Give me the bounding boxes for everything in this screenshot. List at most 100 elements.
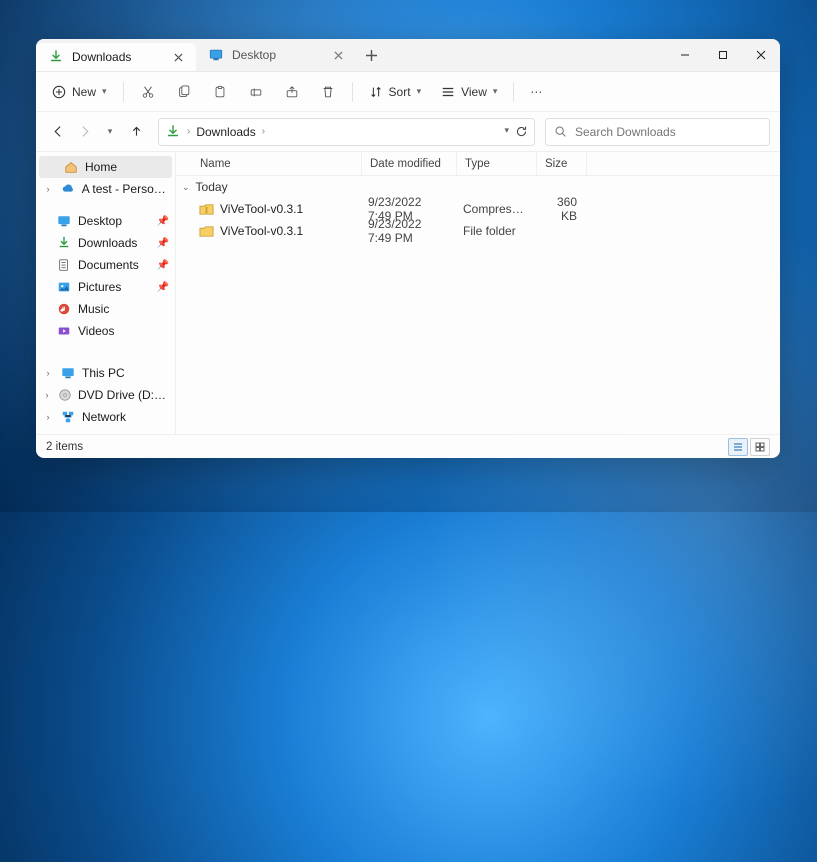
sidebar-item-documents[interactable]: Documents 📌 — [36, 254, 175, 276]
folder-icon — [198, 223, 214, 239]
address-bar[interactable]: › Downloads › ▾ — [158, 118, 535, 146]
file-name: ViVeTool-v0.3.1 — [220, 224, 303, 238]
back-button[interactable] — [46, 120, 70, 144]
download-icon — [165, 124, 181, 140]
minimize-button[interactable] — [666, 39, 704, 71]
breadcrumb-sep: › — [262, 126, 265, 137]
sidebar-item-pictures[interactable]: Pictures 📌 — [36, 276, 175, 298]
desktop-icon — [56, 213, 72, 229]
more-button[interactable]: ⋯ — [522, 78, 550, 106]
col-date[interactable]: Date modified — [362, 152, 457, 175]
chevron-right-icon[interactable]: › — [42, 184, 54, 194]
chevron-right-icon[interactable]: › — [42, 412, 54, 422]
thumbnails-view-button[interactable] — [750, 438, 770, 456]
pin-icon[interactable]: 📌 — [157, 260, 169, 271]
new-tab-button[interactable] — [356, 39, 386, 71]
tab-downloads[interactable]: Downloads — [36, 43, 196, 71]
sidebar-item-downloads[interactable]: Downloads 📌 — [36, 232, 175, 254]
nav-buttons: ▾ — [46, 120, 148, 144]
list-item[interactable]: ViVeTool-v0.3.1 9/23/2022 7:49 PM File f… — [176, 220, 780, 242]
pin-icon[interactable]: 📌 — [157, 238, 169, 249]
sidebar: Home › A test - Personal Desktop 📌 Downl… — [36, 152, 176, 434]
recent-button[interactable]: ▾ — [98, 120, 122, 144]
sort-button[interactable]: Sort ▾ — [361, 78, 430, 106]
rename-button[interactable] — [240, 78, 272, 106]
search-box[interactable] — [545, 118, 770, 146]
close-window-button[interactable] — [742, 39, 780, 71]
col-type[interactable]: Type — [457, 152, 537, 175]
pc-icon — [60, 365, 76, 381]
chevron-down-icon[interactable]: ⌄ — [182, 182, 190, 193]
chevron-down-icon: ▾ — [493, 86, 498, 97]
tab-label: Downloads — [72, 50, 162, 64]
search-input[interactable] — [575, 125, 761, 139]
pin-icon[interactable]: 📌 — [157, 282, 169, 293]
close-tab-button[interactable] — [170, 49, 186, 65]
download-icon — [56, 235, 72, 251]
music-icon — [56, 301, 72, 317]
copy-button[interactable] — [168, 78, 200, 106]
new-label: New — [72, 85, 96, 99]
window-controls — [666, 39, 780, 71]
chevron-down-icon: ▾ — [417, 86, 422, 97]
file-list: Name Date modified Type Size ⌄ Today ViV… — [176, 152, 780, 434]
chevron-right-icon[interactable]: › — [42, 368, 54, 378]
item-count: 2 items — [46, 441, 83, 453]
details-view-button[interactable] — [728, 438, 748, 456]
up-button[interactable] — [124, 120, 148, 144]
chevron-right-icon[interactable]: › — [42, 390, 52, 400]
sidebar-item-desktop[interactable]: Desktop 📌 — [36, 210, 175, 232]
tab-desktop[interactable]: Desktop — [196, 39, 356, 71]
sidebar-item-videos[interactable]: Videos — [36, 320, 175, 342]
address-row: ▾ › Downloads › ▾ — [36, 112, 780, 152]
network-icon — [60, 409, 76, 425]
status-bar: 2 items — [36, 434, 780, 458]
file-type: Compressed (zipp... — [455, 202, 535, 216]
sidebar-item-network[interactable]: › Network — [36, 406, 175, 428]
view-label: View — [461, 85, 487, 99]
tab-label: Desktop — [232, 48, 322, 62]
chevron-down-icon[interactable]: ▾ — [504, 125, 509, 138]
breadcrumb-segment[interactable]: Downloads — [196, 125, 255, 139]
titlebar: Downloads Desktop — [36, 39, 780, 72]
sidebar-item-thispc[interactable]: › This PC — [36, 362, 175, 384]
explorer-window: Downloads Desktop New ▾ — [36, 39, 780, 458]
view-button[interactable]: View ▾ — [433, 78, 505, 106]
new-button[interactable]: New ▾ — [44, 78, 115, 106]
col-name[interactable]: Name — [192, 152, 362, 175]
forward-button[interactable] — [72, 120, 96, 144]
documents-icon — [56, 257, 72, 273]
file-size: 360 KB — [535, 195, 585, 223]
sidebar-item-dvd[interactable]: › DVD Drive (D:) CCC — [36, 384, 175, 406]
view-icon — [441, 85, 455, 99]
col-size[interactable]: Size — [537, 152, 587, 175]
list-item[interactable]: ViVeTool-v0.3.1 9/23/2022 7:49 PM Compre… — [176, 198, 780, 220]
file-type: File folder — [455, 224, 535, 238]
view-mode-buttons — [728, 438, 770, 456]
refresh-button[interactable] — [515, 125, 528, 138]
new-icon — [52, 85, 66, 99]
toolbar: New ▾ Sort ▾ View ▾ ⋯ — [36, 72, 780, 112]
disc-icon — [58, 387, 72, 403]
pictures-icon — [56, 279, 72, 295]
maximize-button[interactable] — [704, 39, 742, 71]
group-header-today[interactable]: ⌄ Today — [176, 176, 780, 198]
close-tab-button[interactable] — [330, 47, 346, 63]
paste-button[interactable] — [204, 78, 236, 106]
home-icon — [63, 159, 79, 175]
chevron-down-icon: ▾ — [102, 86, 107, 97]
divider — [352, 82, 353, 102]
videos-icon — [56, 323, 72, 339]
delete-button[interactable] — [312, 78, 344, 106]
pin-icon[interactable]: 📌 — [157, 216, 169, 227]
cut-button[interactable] — [132, 78, 164, 106]
sidebar-item-home[interactable]: Home — [39, 156, 172, 178]
divider — [513, 82, 514, 102]
breadcrumb-sep: › — [187, 126, 190, 137]
download-icon — [48, 49, 64, 65]
search-icon — [554, 125, 567, 138]
share-button[interactable] — [276, 78, 308, 106]
sidebar-item-music[interactable]: Music — [36, 298, 175, 320]
column-headers: Name Date modified Type Size — [176, 152, 780, 176]
sidebar-item-personal[interactable]: › A test - Personal — [36, 178, 175, 200]
